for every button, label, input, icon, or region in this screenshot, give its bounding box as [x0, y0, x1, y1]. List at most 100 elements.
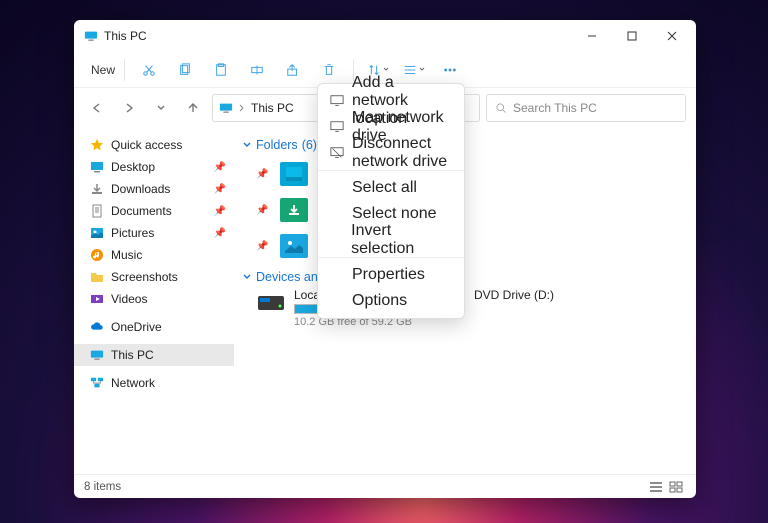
section-drives-header[interactable]: Devices and drives (2)	[242, 270, 688, 284]
arrow-up-icon	[186, 101, 200, 115]
nav-label: Network	[111, 376, 155, 390]
navigation-pane[interactable]: Quick access Desktop 📌 Downloads 📌 Documen…	[74, 128, 234, 474]
nav-item-screenshots[interactable]: Screenshots	[74, 266, 234, 288]
close-button[interactable]	[652, 22, 692, 50]
pin-icon: 📌	[214, 206, 226, 217]
trash-icon	[322, 63, 336, 77]
nav-item-pictures[interactable]: Pictures 📌	[74, 222, 234, 244]
search-placeholder: Search This PC	[513, 101, 597, 115]
minimize-button[interactable]	[572, 22, 612, 50]
network-icon	[90, 376, 104, 390]
menu-label: Disconnect network drive	[352, 135, 452, 171]
download-icon	[90, 182, 104, 196]
document-icon	[90, 204, 104, 218]
nav-onedrive[interactable]: OneDrive	[74, 316, 234, 338]
separator	[124, 59, 125, 81]
nav-item-desktop[interactable]: Desktop 📌	[74, 156, 234, 178]
nav-label: Downloads	[111, 182, 170, 196]
section-folders-header[interactable]: Folders (6)	[242, 138, 688, 152]
cloud-icon	[90, 320, 104, 334]
chevron-down-icon	[419, 67, 425, 73]
status-bar: 8 items	[74, 474, 696, 498]
chevron-down-icon	[383, 67, 389, 73]
thispc-icon	[90, 348, 104, 362]
nav-item-downloads[interactable]: Downloads 📌	[74, 178, 234, 200]
drive-label: DVD Drive (D:)	[474, 288, 554, 302]
new-button[interactable]: New	[84, 56, 116, 84]
content-pane[interactable]: Folders (6) 📌 Desktop 📌 Downloads 📌 P	[234, 128, 696, 474]
grid-icon	[669, 481, 683, 493]
desktop-folder-icon	[280, 162, 308, 186]
section-count: (6)	[302, 138, 317, 152]
folder-list: 📌 Desktop 📌 Downloads 📌 Pictures	[242, 156, 688, 264]
menu-label: Select none	[352, 205, 437, 223]
copy-button[interactable]	[169, 56, 201, 84]
menu-disconnect-drive[interactable]: Disconnect network drive	[318, 140, 464, 166]
star-icon	[90, 138, 104, 152]
cut-button[interactable]	[133, 56, 165, 84]
nav-thispc[interactable]: This PC	[74, 344, 234, 366]
scissors-icon	[142, 63, 156, 77]
delete-button[interactable]	[313, 56, 345, 84]
titlebar[interactable]: This PC	[74, 20, 696, 52]
nav-label: Desktop	[111, 160, 155, 174]
nav-quick-access[interactable]: Quick access	[74, 134, 234, 156]
up-button[interactable]	[180, 95, 206, 121]
pictures-folder-icon	[280, 234, 308, 258]
pin-icon: 📌	[214, 184, 226, 195]
share-icon	[286, 63, 300, 77]
menu-select-all[interactable]: Select all	[318, 175, 464, 201]
nav-network[interactable]: Network	[74, 372, 234, 394]
nav-label: Screenshots	[111, 270, 178, 284]
breadcrumb-segment[interactable]: This PC	[251, 101, 294, 115]
menu-label: Select all	[352, 179, 417, 197]
nav-label: Quick access	[111, 138, 182, 152]
maximize-button[interactable]	[612, 22, 652, 50]
overflow-menu: Add a network location Map network drive…	[317, 83, 465, 319]
menu-label: Invert selection	[351, 222, 452, 258]
pin-icon: 📌	[214, 162, 226, 173]
nav-label: Music	[111, 248, 142, 262]
paste-button[interactable]	[205, 56, 237, 84]
folder-icon	[90, 270, 104, 284]
monitor-plus-icon	[330, 94, 344, 108]
search-box[interactable]: Search This PC	[486, 94, 686, 122]
details-view-button[interactable]	[646, 479, 666, 495]
disk-icon	[256, 288, 286, 328]
nav-label: Videos	[111, 292, 147, 306]
pin-icon: 📌	[256, 241, 268, 252]
search-icon	[495, 102, 507, 114]
back-button[interactable]	[84, 95, 110, 121]
menu-properties[interactable]: Properties	[318, 262, 464, 288]
recent-button[interactable]	[148, 95, 174, 121]
thispc-icon	[84, 29, 98, 43]
pictures-icon	[90, 226, 104, 240]
menu-invert-selection[interactable]: Invert selection	[318, 227, 464, 253]
thumbnails-view-button[interactable]	[666, 479, 686, 495]
copy-icon	[178, 63, 192, 77]
chevron-down-icon	[157, 104, 165, 112]
pin-icon: 📌	[256, 169, 268, 180]
clipboard-icon	[214, 63, 228, 77]
menu-options[interactable]: Options	[318, 288, 464, 314]
downloads-folder-icon	[280, 198, 308, 222]
arrow-right-icon	[122, 101, 136, 115]
menu-label: Options	[352, 292, 407, 310]
arrow-left-icon	[90, 101, 104, 115]
pin-icon: 📌	[256, 205, 268, 216]
chevron-right-icon	[239, 104, 245, 112]
nav-item-documents[interactable]: Documents📌	[74, 200, 234, 222]
rename-button[interactable]	[241, 56, 273, 84]
new-label: New	[91, 63, 115, 77]
menu-label: Properties	[352, 266, 425, 284]
forward-button[interactable]	[116, 95, 142, 121]
nav-label: Pictures	[111, 226, 154, 240]
drive-list: Local Disk (C:) 10.2 GB free of 59.2 GB …	[242, 288, 688, 328]
drive-disconnect-icon	[330, 146, 344, 160]
nav-item-music[interactable]: Music	[74, 244, 234, 266]
pin-icon: 📌	[214, 228, 226, 239]
share-button[interactable]	[277, 56, 309, 84]
thispc-icon	[219, 101, 233, 115]
nav-item-videos[interactable]: Videos	[74, 288, 234, 310]
section-title: Folders	[256, 138, 298, 152]
